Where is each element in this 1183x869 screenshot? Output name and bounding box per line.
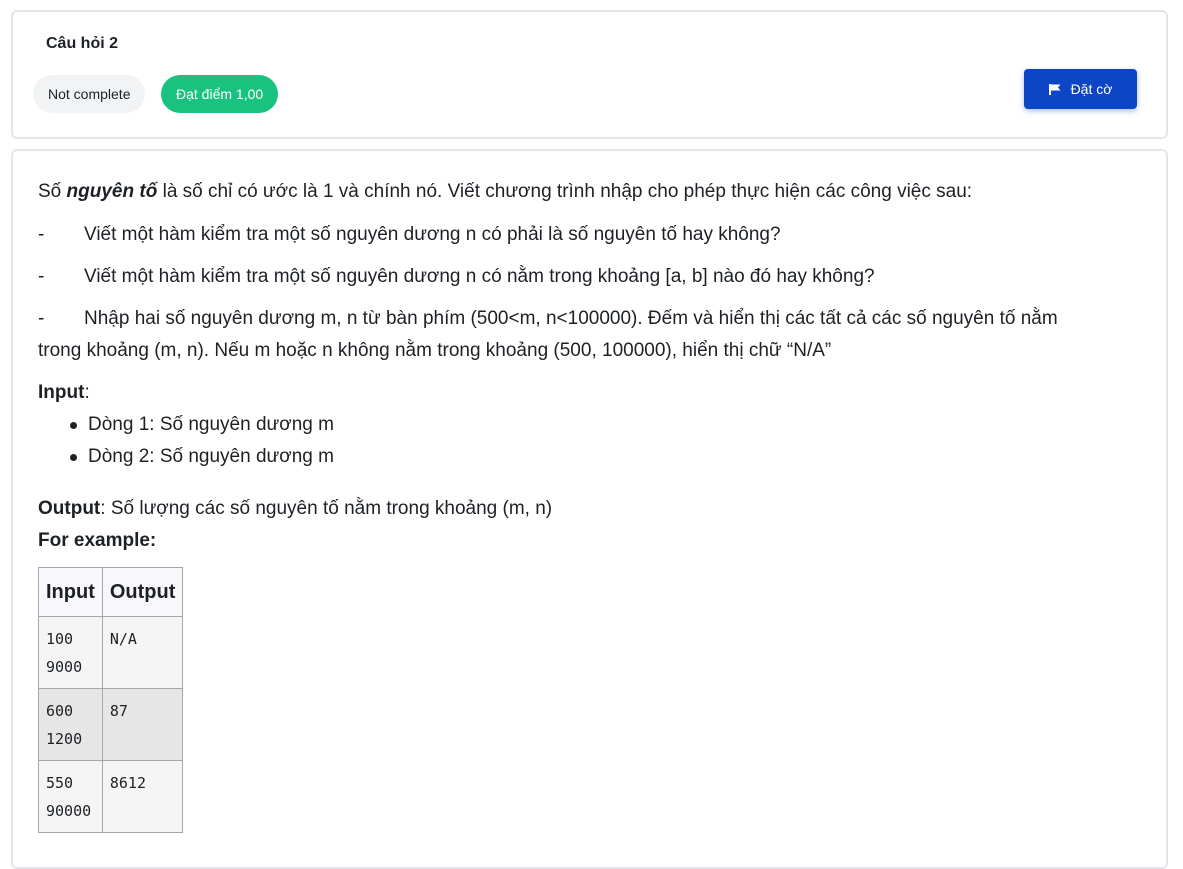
output-cell: 87 <box>101 688 184 761</box>
flag-button-label: Đặt cờ <box>1070 81 1113 97</box>
intro-prefix: Số <box>38 181 67 202</box>
grade-badge: Đạt điểm 1,00 <box>161 75 279 113</box>
input-value: 100 <box>46 630 74 648</box>
output-text: : Số lượng các số nguyên tố nằm trong kh… <box>100 498 553 519</box>
dash-marker: - <box>38 308 45 329</box>
task-line: - Nhập hai số nguyên dương m, n từ bàn ph… <box>38 303 1058 335</box>
input-value: 550 <box>46 774 74 792</box>
output-cell: N/A <box>101 616 184 689</box>
task-line: - Viết một hàm kiểm tra một số nguyên dươ… <box>38 261 875 293</box>
task-text-continued: trong khoảng (m, n). Nếu m hoặc n không … <box>38 340 832 361</box>
task-text: Viết một hàm kiểm tra một số nguyên dươn… <box>84 266 875 287</box>
question-content-card: Số nguyên tố là số chỉ có ước là 1 và ch… <box>11 149 1168 869</box>
input-cell: 100 9000 <box>38 616 103 689</box>
input-heading: Input: <box>38 377 90 409</box>
list-item: Dòng 1: Số nguyên dương m <box>38 409 334 441</box>
input-value: 90000 <box>46 802 92 820</box>
table-row: 600 1200 87 <box>38 688 184 761</box>
task-text: Nhập hai số nguyên dương m, n từ bàn phí… <box>84 308 1058 329</box>
dash-marker: - <box>38 224 45 245</box>
table-row: 100 9000 N/A <box>38 616 184 689</box>
flag-question-button[interactable]: Đặt cờ <box>1024 69 1137 109</box>
question-info-card: Câu hỏi 2 Not complete Đạt điểm 1,00 Đặt… <box>11 10 1168 139</box>
intro-bold-term: nguyên tố <box>66 181 158 202</box>
intro-suffix: là số chỉ có ước là 1 và chính nó. Viết … <box>157 181 973 202</box>
task-text: Viết một hàm kiểm tra một số nguyên dươn… <box>84 224 781 245</box>
dash-marker: - <box>38 266 45 287</box>
example-table: Input Output 100 9000 N/A 600 1200 87 550 9… <box>38 567 184 833</box>
table-row: 550 90000 8612 <box>38 760 184 833</box>
status-badge: Not complete <box>33 75 146 113</box>
input-label: Input <box>38 382 85 403</box>
table-header-row: Input Output <box>38 567 184 617</box>
example-heading: For example: <box>38 530 157 551</box>
input-list: Dòng 1: Số nguyên dương m Dòng 2: Số ngu… <box>38 409 334 473</box>
output-cell: 8612 <box>101 760 184 833</box>
intro-paragraph: Số nguyên tố là số chỉ có ước là 1 và ch… <box>38 176 972 208</box>
column-header-input: Input <box>38 567 103 617</box>
input-colon: : <box>84 382 90 403</box>
list-item: Dòng 2: Số nguyên dương m <box>38 441 334 473</box>
output-description: Output: Số lượng các số nguyên tố nằm tr… <box>38 493 552 525</box>
output-label: Output <box>38 498 101 519</box>
task-line: - Viết một hàm kiểm tra một số nguyên dươ… <box>38 219 781 251</box>
question-title: Câu hỏi 2 <box>46 35 119 52</box>
input-cell: 550 90000 <box>38 760 103 833</box>
input-value: 9000 <box>46 658 83 676</box>
input-value: 1200 <box>46 730 83 748</box>
input-cell: 600 1200 <box>38 688 103 761</box>
flag-icon <box>1048 83 1061 95</box>
input-value: 600 <box>46 702 74 720</box>
column-header-output: Output <box>101 567 184 617</box>
